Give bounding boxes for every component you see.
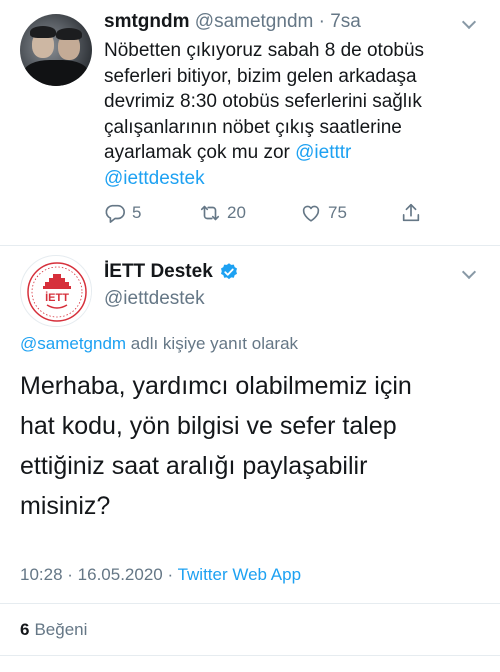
more-options-button[interactable] [461, 264, 477, 282]
likes-summary[interactable]: 6 Beğeni [20, 619, 87, 641]
reply-to-link[interactable]: @sametgndm [20, 334, 126, 353]
separator: · [318, 11, 325, 32]
reply-to-label: adlı kişiye yanıt olarak [126, 334, 299, 353]
divider [0, 655, 500, 656]
tweet-text-line: devrimiz 8:30 otobüs seferlerini sağlık [104, 91, 422, 112]
mention-link[interactable]: @iettdestek [104, 168, 205, 189]
tweet-text-fragment: ayarlamak çok mu zor [104, 142, 296, 163]
avatar-hair [56, 28, 82, 40]
likes-count: 6 [20, 620, 30, 639]
chevron-down-icon [461, 264, 477, 280]
more-options-button[interactable] [461, 10, 477, 33]
like-icon [302, 205, 320, 222]
mention-link[interactable]: @ietttr [295, 142, 351, 163]
author-handle[interactable]: @sametgndm [195, 11, 314, 32]
likes-label: Beğeni [34, 620, 88, 639]
tweet-text-line: çalışanlarının nöbet çıkış saatlerine [104, 116, 402, 138]
tweet-metadata: 10:28 · 16.05.2020 · Twitter Web App [20, 565, 302, 584]
tweet-text: Nöbetten çıkıyoruz sabah 8 de otobüs sef… [104, 38, 494, 191]
author-name[interactable]: smtgndm [104, 11, 190, 32]
tweet-text-line: ettiğiniz saat aralığı paylaşabilir [20, 452, 368, 480]
tweet-text-line: ayarlamak çok mu zor @ietttr [104, 140, 494, 166]
reply-count: 5 [132, 203, 142, 222]
like-button[interactable]: 75 [300, 200, 347, 226]
tweet-header: smtgndm @sametgndm · 7sa [104, 10, 361, 34]
retweet-icon [200, 205, 220, 221]
reply-tweet[interactable]: smtgndm @sametgndm · 7sa Nöbetten çıkıyo… [0, 0, 500, 245]
author-handle[interactable]: @iettdestek [104, 287, 205, 311]
tweet-text: Merhaba, yardımcı olabilmemiz için hat k… [20, 366, 490, 526]
share-button[interactable] [400, 200, 422, 226]
divider [0, 603, 500, 604]
avatar-figure [24, 60, 88, 86]
meta-separator: · [162, 565, 178, 584]
author-name[interactable]: İETT Destek [104, 260, 213, 284]
tweet-time[interactable]: 7sa [330, 11, 361, 32]
divider [0, 245, 500, 246]
tweet-time[interactable]: 10:28 [20, 565, 63, 584]
share-icon [402, 203, 420, 222]
tweet-actions: 5 20 75 [104, 200, 434, 226]
avatar-hair [30, 26, 56, 38]
like-count: 75 [328, 203, 347, 222]
avatar[interactable] [20, 14, 92, 86]
retweet-count: 20 [227, 203, 246, 222]
verified-badge-icon [220, 263, 237, 280]
tweet-source-link[interactable]: Twitter Web App [178, 565, 301, 584]
chevron-down-icon [461, 14, 477, 30]
replying-to: @sametgndm adlı kişiye yanıt olarak [20, 333, 298, 355]
author-name-row: İETT Destek [104, 260, 239, 284]
retweet-button[interactable]: 20 [199, 200, 246, 226]
tweet-date[interactable]: 16.05.2020 [78, 565, 163, 584]
iett-logo: İETT [23, 258, 91, 326]
iett-logo-text: İETT [45, 291, 69, 304]
tweet-text-line: hat kodu, yön bilgisi ve sefer talep [20, 412, 397, 440]
tweet-text-line: @iettdestek [104, 166, 494, 192]
tweet-text-line: Merhaba, yardımcı olabilmemiz için [20, 372, 412, 400]
reply-icon [105, 204, 125, 223]
tweet-text-line: Nöbetten çıkıyoruz sabah 8 de otobüs [104, 40, 425, 61]
avatar[interactable]: İETT [20, 255, 92, 327]
tweet-text-line: misiniz? [20, 492, 111, 520]
tweet-text-line: seferleri bitiyor, bizim gelen arkadaşa [104, 65, 417, 87]
reply-button[interactable]: 5 [104, 200, 141, 226]
